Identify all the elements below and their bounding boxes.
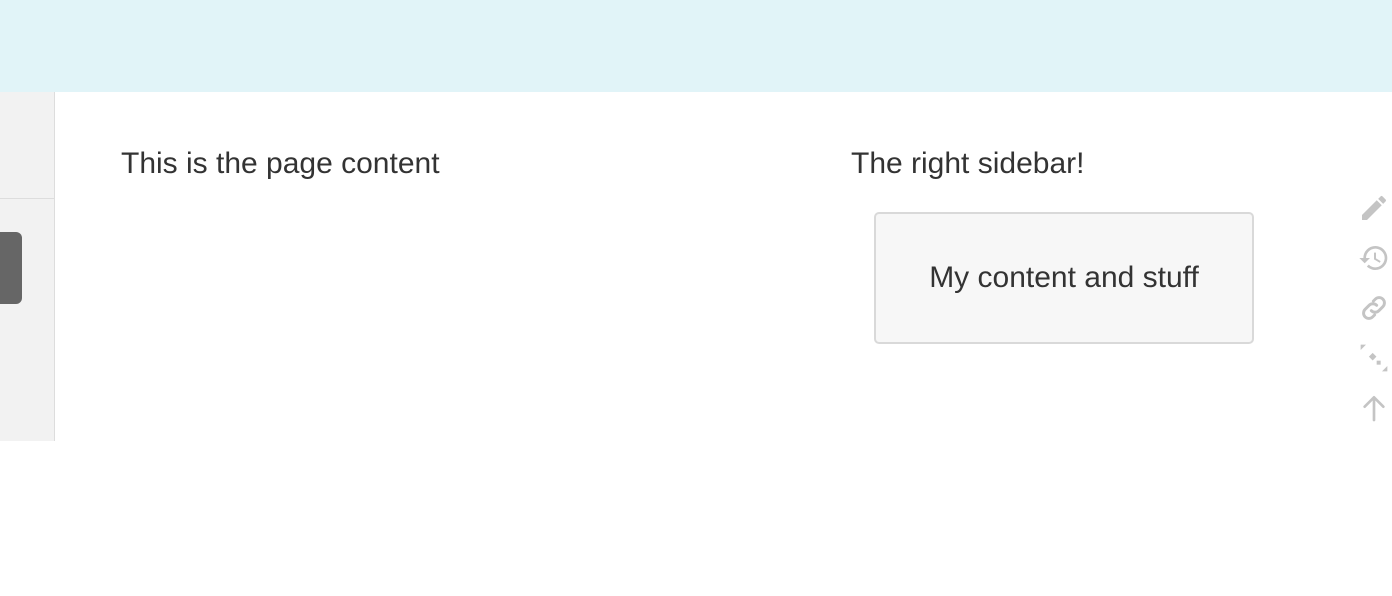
expand-tool[interactable] — [1358, 340, 1392, 376]
scroll-top-tool[interactable] — [1358, 390, 1392, 426]
left-panel-tab-handle[interactable] — [0, 232, 22, 304]
sidebar-title: The right sidebar! — [851, 147, 1085, 180]
link-icon — [1358, 292, 1390, 324]
page-tools — [1358, 190, 1392, 440]
sidebar-box: My content and stuff — [874, 212, 1254, 344]
link-tool[interactable] — [1358, 290, 1392, 326]
page-content: This is the page content — [121, 147, 440, 180]
expand-arrows-icon — [1358, 342, 1390, 374]
history-icon — [1358, 242, 1390, 274]
history-tool[interactable] — [1358, 240, 1392, 276]
pencil-icon — [1358, 192, 1390, 224]
edit-tool[interactable] — [1358, 190, 1392, 226]
top-bar — [0, 0, 1392, 92]
sidebar-box-text: My content and stuff — [929, 261, 1199, 294]
left-panel — [0, 92, 55, 441]
arrow-up-icon — [1358, 392, 1390, 424]
left-panel-divider — [0, 198, 54, 199]
